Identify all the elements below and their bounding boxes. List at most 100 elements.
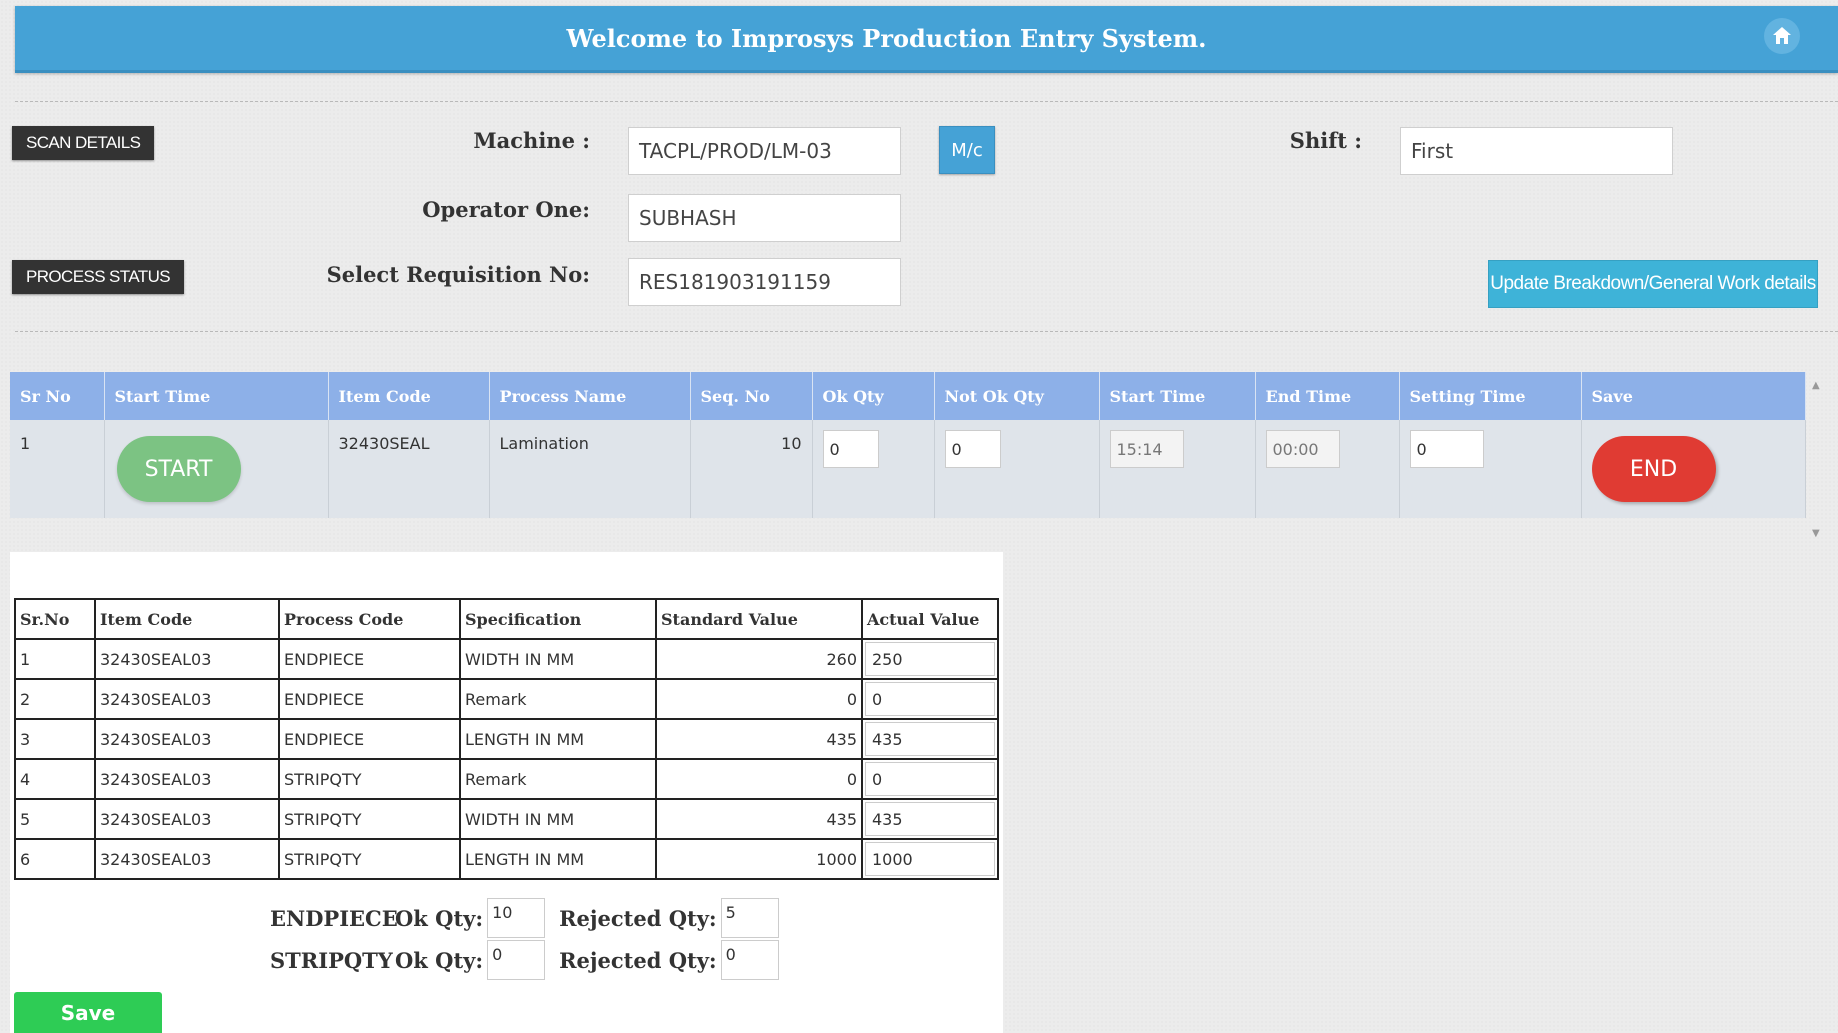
ok-qty-input[interactable]: 0: [822, 430, 879, 468]
actual-value-input[interactable]: 250: [865, 642, 995, 676]
divider: [15, 101, 1838, 102]
sr-cell: 3: [14, 718, 96, 760]
ok-qty-cell: 0: [812, 420, 935, 518]
process-grid: Sr No Start Time Item Code Process Name …: [10, 372, 1806, 518]
specification-cell: LENGTH IN MM: [459, 838, 657, 880]
save-button[interactable]: Save: [14, 992, 162, 1033]
start-button[interactable]: START: [116, 436, 241, 502]
specification-cell: Remark: [459, 678, 657, 720]
process-code-cell: STRIPQTY: [278, 838, 461, 880]
machine-label: Machine :: [473, 128, 590, 153]
spec-header-row: Sr.No Item Code Process Code Specificati…: [14, 598, 999, 640]
process-code-cell: STRIPQTY: [278, 758, 461, 800]
not-ok-qty-cell: 0: [934, 420, 1100, 518]
item-code-cell: 32430SEAL03: [94, 638, 280, 680]
col-header: Sr No: [10, 372, 105, 420]
col-header: Seq. No: [690, 372, 813, 420]
divider: [15, 331, 1838, 332]
save-cell: END: [1581, 420, 1806, 518]
ok-qty-input[interactable]: 0: [487, 940, 546, 980]
not-ok-qty-input[interactable]: 0: [944, 430, 1001, 468]
requisition-select[interactable]: RES181903191159: [628, 258, 901, 306]
scroll-down-arrow-icon[interactable]: ▼: [1812, 528, 1820, 539]
sr-cell: 2: [14, 678, 96, 720]
start-cell: START: [104, 420, 329, 518]
table-row: 2 32430SEAL03 ENDPIECE Remark 0 0: [14, 678, 999, 720]
summary-row-stripqty: STRIPQTY Ok Qty: 0 Rejected Qty: 0: [270, 940, 793, 980]
item-code-cell: 32430SEAL03: [94, 718, 280, 760]
col-header: Actual Value: [861, 598, 999, 640]
actual-value-cell: 0: [861, 758, 999, 800]
requisition-label: Select Requisition No:: [326, 262, 590, 287]
col-header: Item Code: [94, 598, 280, 640]
page-header: Welcome to Improsys Production Entry Sys…: [15, 6, 1838, 73]
scroll-up-arrow-icon[interactable]: ▲: [1812, 380, 1820, 391]
summary-name: ENDPIECE: [270, 905, 398, 931]
standard-value-cell: 435: [655, 798, 863, 840]
sr-no-cell: 1: [10, 420, 105, 518]
table-row: 1 32430SEAL03 ENDPIECE WIDTH IN MM 260 2…: [14, 638, 999, 680]
rejected-qty-input[interactable]: 0: [720, 940, 779, 980]
specification-cell: WIDTH IN MM: [459, 798, 657, 840]
machine-scan-button[interactable]: M/c: [939, 126, 995, 174]
ok-qty-input[interactable]: 10: [487, 898, 546, 938]
col-header: Process Name: [489, 372, 691, 420]
operator-field[interactable]: SUBHASH: [628, 194, 901, 242]
col-header: End Time: [1255, 372, 1400, 420]
item-code-cell: 32430SEAL: [328, 420, 490, 518]
process-code-cell: STRIPQTY: [278, 798, 461, 840]
col-header: Specification: [459, 598, 657, 640]
actual-value-input[interactable]: 0: [865, 682, 995, 716]
item-code-cell: 32430SEAL03: [94, 798, 280, 840]
standard-value-cell: 0: [655, 758, 863, 800]
ok-qty-label: Ok Qty:: [395, 947, 484, 973]
rejected-qty-input[interactable]: 5: [720, 898, 779, 938]
actual-value-cell: 0: [861, 678, 999, 720]
process-code-cell: ENDPIECE: [278, 718, 461, 760]
col-header: Start Time: [104, 372, 329, 420]
actual-value-cell: 435: [861, 718, 999, 760]
shift-label: Shift :: [1289, 128, 1362, 153]
col-header: Standard Value: [655, 598, 863, 640]
item-code-cell: 32430SEAL03: [94, 758, 280, 800]
shift-field[interactable]: First: [1400, 127, 1673, 175]
table-row: 4 32430SEAL03 STRIPQTY Remark 0 0: [14, 758, 999, 800]
actual-value-input[interactable]: 435: [865, 722, 995, 756]
process-code-cell: ENDPIECE: [278, 678, 461, 720]
rejected-qty-label: Rejected Qty:: [559, 947, 717, 973]
col-header: Ok Qty: [812, 372, 935, 420]
end-time-input[interactable]: 00:00: [1265, 430, 1340, 468]
standard-value-cell: 1000: [655, 838, 863, 880]
summary-name: STRIPQTY: [270, 947, 393, 973]
process-status-button[interactable]: PROCESS STATUS: [12, 260, 184, 294]
col-header: Item Code: [328, 372, 490, 420]
actual-value-input[interactable]: 0: [865, 762, 995, 796]
machine-field[interactable]: TACPL/PROD/LM-03: [628, 127, 901, 175]
standard-value-cell: 260: [655, 638, 863, 680]
table-row: 3 32430SEAL03 ENDPIECE LENGTH IN MM 435 …: [14, 718, 999, 760]
specification-cell: LENGTH IN MM: [459, 718, 657, 760]
sr-cell: 6: [14, 838, 96, 880]
grid-row: 1 START 32430SEAL Lamination 10 0 0 15:1…: [10, 420, 1806, 518]
grid-header-row: Sr No Start Time Item Code Process Name …: [10, 372, 1806, 420]
update-breakdown-button[interactable]: Update Breakdown/General Work details: [1488, 260, 1818, 308]
home-icon[interactable]: [1764, 18, 1800, 54]
setting-time-input[interactable]: 0: [1409, 430, 1484, 468]
setting-time-cell: 0: [1399, 420, 1582, 518]
table-row: 6 32430SEAL03 STRIPQTY LENGTH IN MM 1000…: [14, 838, 999, 880]
actual-value-input[interactable]: 435: [865, 802, 995, 836]
actual-value-input[interactable]: 1000: [865, 842, 995, 876]
scan-details-button[interactable]: SCAN DETAILS: [12, 126, 155, 160]
col-header: Sr.No: [14, 598, 96, 640]
page-title: Welcome to Improsys Production Entry Sys…: [566, 23, 1207, 53]
actual-value-cell: 1000: [861, 838, 999, 880]
col-header: Setting Time: [1399, 372, 1582, 420]
start-time-input[interactable]: 15:14: [1109, 430, 1184, 468]
actual-value-cell: 250: [861, 638, 999, 680]
end-button[interactable]: END: [1591, 436, 1716, 502]
col-header: Process Code: [278, 598, 461, 640]
sr-cell: 1: [14, 638, 96, 680]
operator-label: Operator One:: [422, 197, 590, 222]
sr-cell: 4: [14, 758, 96, 800]
rejected-qty-label: Rejected Qty:: [559, 905, 717, 931]
